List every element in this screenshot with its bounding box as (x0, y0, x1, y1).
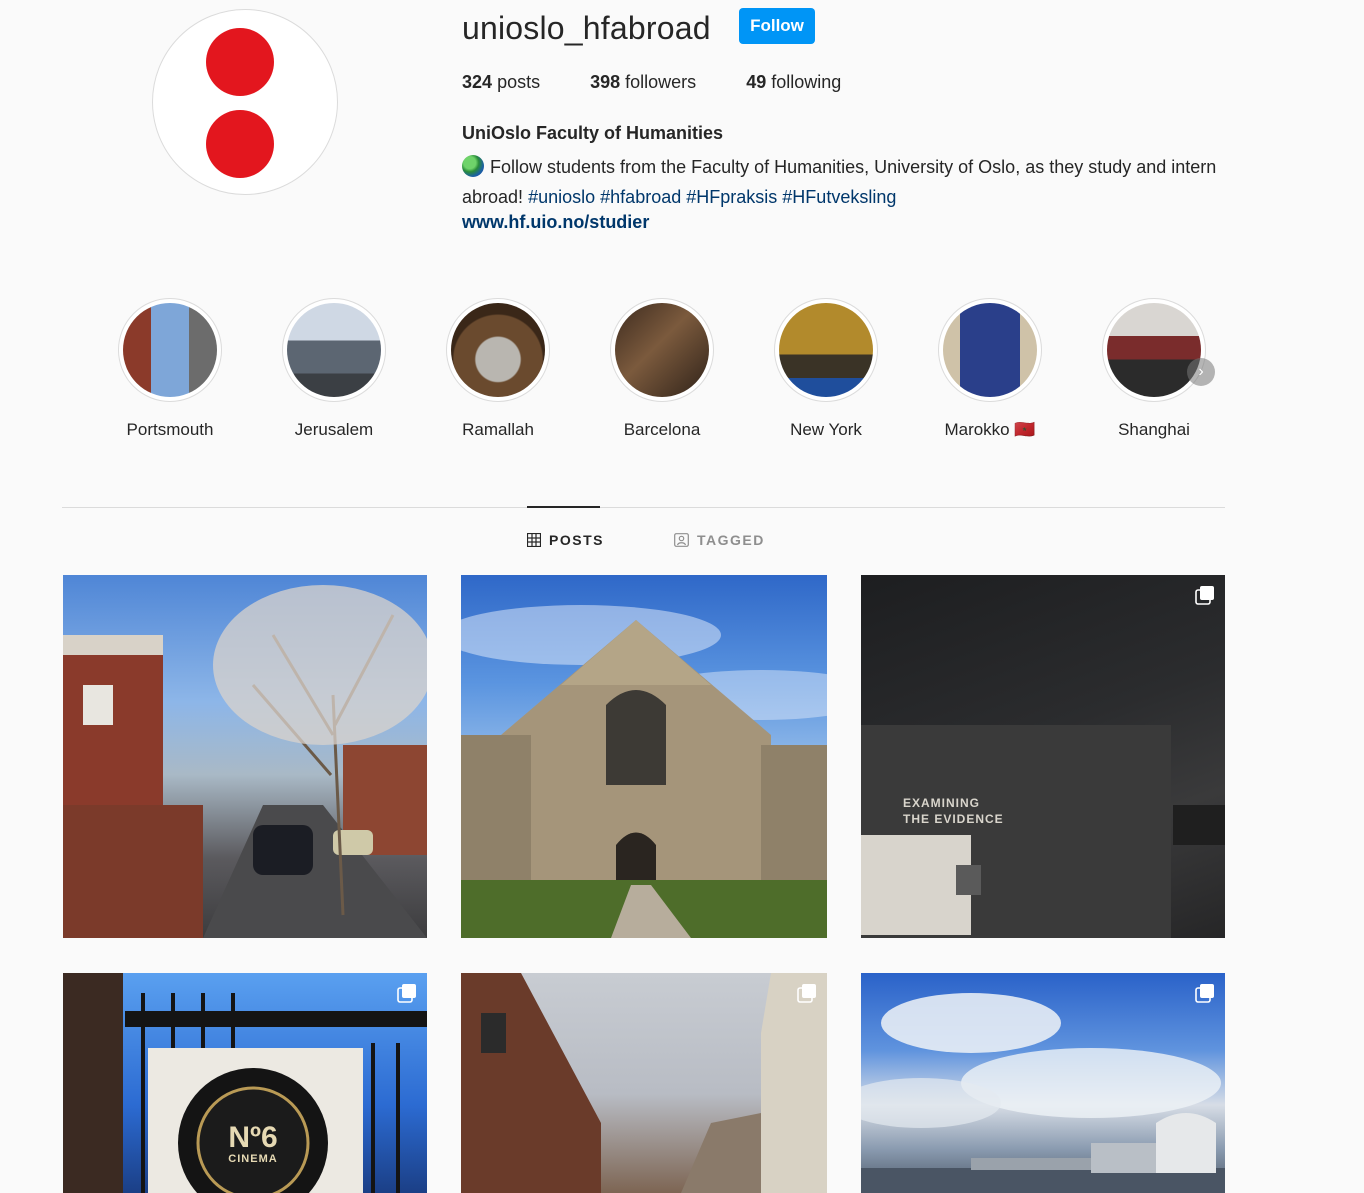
carousel-icon (397, 984, 416, 1003)
highlight-label: New York (790, 420, 862, 439)
post-image (63, 585, 427, 938)
museum-sign: EXAMINING THE EVIDENCE (903, 795, 1004, 827)
profile-website-link[interactable]: www.hf.uio.no/studier (462, 212, 649, 233)
highlight-marokko[interactable]: Marokko 🇲🇦 (928, 298, 1052, 440)
highlight-ring (118, 298, 222, 402)
hashtag-hfpraksis[interactable]: #HFpraksis (686, 187, 777, 207)
highlight-new-york[interactable]: New York (764, 298, 888, 440)
hashtag-hfutveksling[interactable]: #HFutveksling (782, 187, 896, 207)
cinema-sign: Nº6 CINEMA (213, 1121, 293, 1166)
hashtag-unioslo[interactable]: #unioslo (528, 187, 595, 207)
profile-bio: Follow students from the Faculty of Huma… (462, 152, 1222, 212)
cinema-sign-word: CINEMA (228, 1153, 278, 1165)
posts-count-number: 324 (462, 72, 493, 92)
post-image (861, 725, 1225, 938)
highlight-label: Ramallah (462, 420, 534, 439)
post-thumbnail[interactable]: EXAMINING THE EVIDENCE (861, 575, 1225, 938)
cinema-sign-number: Nº6 (228, 1121, 278, 1154)
following-count-label: following (771, 72, 842, 92)
followers-count-label: followers (625, 72, 697, 92)
highlight-label: Marokko 🇲🇦 (944, 420, 1036, 439)
highlight-cover (451, 303, 545, 397)
carousel-icon (1195, 586, 1214, 605)
carousel-icon (1195, 984, 1214, 1003)
highlight-ring (1102, 298, 1206, 402)
post-image (461, 973, 827, 1193)
posts-count: 324 posts (462, 72, 540, 93)
museum-sign-line1: EXAMINING (903, 796, 981, 810)
highlight-ring (282, 298, 386, 402)
highlight-cover (615, 303, 709, 397)
tab-tagged[interactable]: TAGGED (674, 532, 765, 548)
profile-avatar[interactable] (152, 9, 338, 195)
highlight-label: Barcelona (623, 420, 701, 439)
profile-username: unioslo_hfabroad (462, 10, 711, 46)
highlight-portsmouth[interactable]: Portsmouth (108, 298, 232, 440)
tab-tagged-label: TAGGED (697, 532, 765, 548)
highlight-jerusalem[interactable]: Jerusalem (272, 298, 396, 440)
grid-icon (527, 533, 541, 547)
post-thumbnail[interactable] (461, 575, 827, 938)
tab-posts[interactable]: POSTS (527, 532, 604, 548)
follow-button[interactable]: Follow (739, 8, 815, 44)
highlight-ramallah[interactable]: Ramallah (436, 298, 560, 440)
highlight-cover (943, 303, 1037, 397)
globe-icon (462, 155, 484, 177)
highlight-label: Jerusalem (294, 420, 374, 439)
followers-count-number: 398 (590, 72, 621, 92)
post-thumbnail[interactable] (861, 973, 1225, 1193)
highlight-cover (779, 303, 873, 397)
logo-dot-top (206, 28, 274, 96)
following-count-number: 49 (746, 72, 767, 92)
story-highlights: Portsmouth Jerusalem Ramallah Barcelona … (108, 298, 1228, 448)
highlights-next-icon[interactable]: › (1187, 358, 1215, 386)
museum-sign-line2: THE EVIDENCE (903, 812, 1004, 826)
profile-stats: 324 posts 398 followers 49 following (462, 72, 891, 93)
post-image (861, 993, 1225, 1193)
highlight-ring (446, 298, 550, 402)
highlight-ring (774, 298, 878, 402)
highlight-barcelona[interactable]: Barcelona (600, 298, 724, 440)
tab-posts-label: POSTS (549, 532, 604, 548)
tabs-divider (62, 507, 1225, 508)
following-count[interactable]: 49 following (746, 72, 841, 93)
post-image (461, 605, 827, 938)
highlight-ring (610, 298, 714, 402)
post-thumbnail[interactable] (63, 575, 427, 938)
highlight-label: Portsmouth (126, 420, 214, 439)
profile-page: unioslo_hfabroad Follow 324 posts 398 fo… (0, 0, 1364, 1193)
followers-count[interactable]: 398 followers (590, 72, 696, 93)
hashtag-hfabroad[interactable]: #hfabroad (600, 187, 681, 207)
post-thumbnail[interactable] (461, 973, 827, 1193)
active-tab-indicator (527, 506, 600, 508)
profile-full-name: UniOslo Faculty of Humanities (462, 123, 724, 143)
highlight-cover (287, 303, 381, 397)
highlight-cover (1107, 303, 1201, 397)
logo-dot-bottom (206, 110, 274, 178)
posts-count-label: posts (497, 72, 541, 92)
highlight-label: Shanghai (1118, 420, 1190, 439)
carousel-icon (797, 984, 816, 1003)
highlight-ring (938, 298, 1042, 402)
highlight-cover (123, 303, 217, 397)
post-thumbnail[interactable]: Nº6 CINEMA (63, 973, 427, 1193)
tagged-icon (674, 533, 689, 547)
